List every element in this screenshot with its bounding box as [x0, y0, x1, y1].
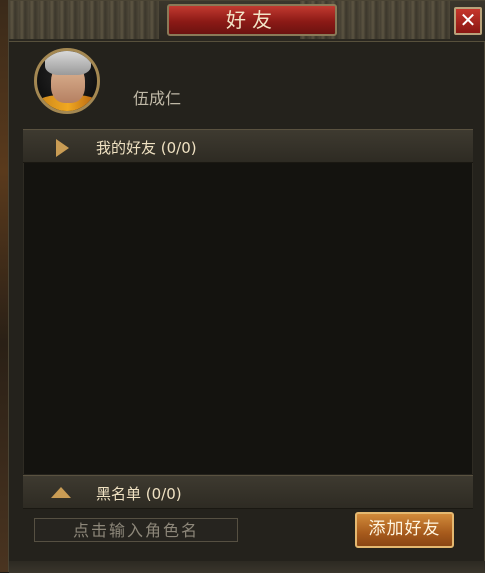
add-friend-button[interactable]: 添加好友	[355, 512, 454, 548]
window-bottom-border	[9, 561, 485, 573]
friends-window: 好友 ✕ 伍成仁 我的好友 (0/0) 黑名单 (0/0) 添加好友	[8, 0, 485, 573]
player-profile: 伍成仁	[23, 47, 473, 125]
blacklist-header[interactable]: 黑名单 (0/0)	[23, 475, 473, 509]
role-name-input[interactable]	[34, 518, 238, 542]
avatar-hair	[45, 51, 91, 75]
expand-arrow-icon	[56, 139, 69, 157]
close-button[interactable]: ✕	[454, 7, 482, 35]
window-title: 好友	[167, 4, 337, 36]
player-name: 伍成仁	[133, 89, 182, 108]
friend-list[interactable]	[23, 163, 473, 474]
warrior-portrait-icon[interactable]	[34, 48, 100, 114]
title-ornament-left	[9, 1, 159, 39]
title-bar[interactable]: 好友 ✕	[9, 1, 485, 42]
collapse-arrow-icon	[51, 487, 71, 498]
my-friends-label: 我的好友 (0/0)	[96, 139, 197, 157]
blacklist-label: 黑名单 (0/0)	[96, 485, 182, 503]
my-friends-header[interactable]: 我的好友 (0/0)	[23, 129, 473, 163]
